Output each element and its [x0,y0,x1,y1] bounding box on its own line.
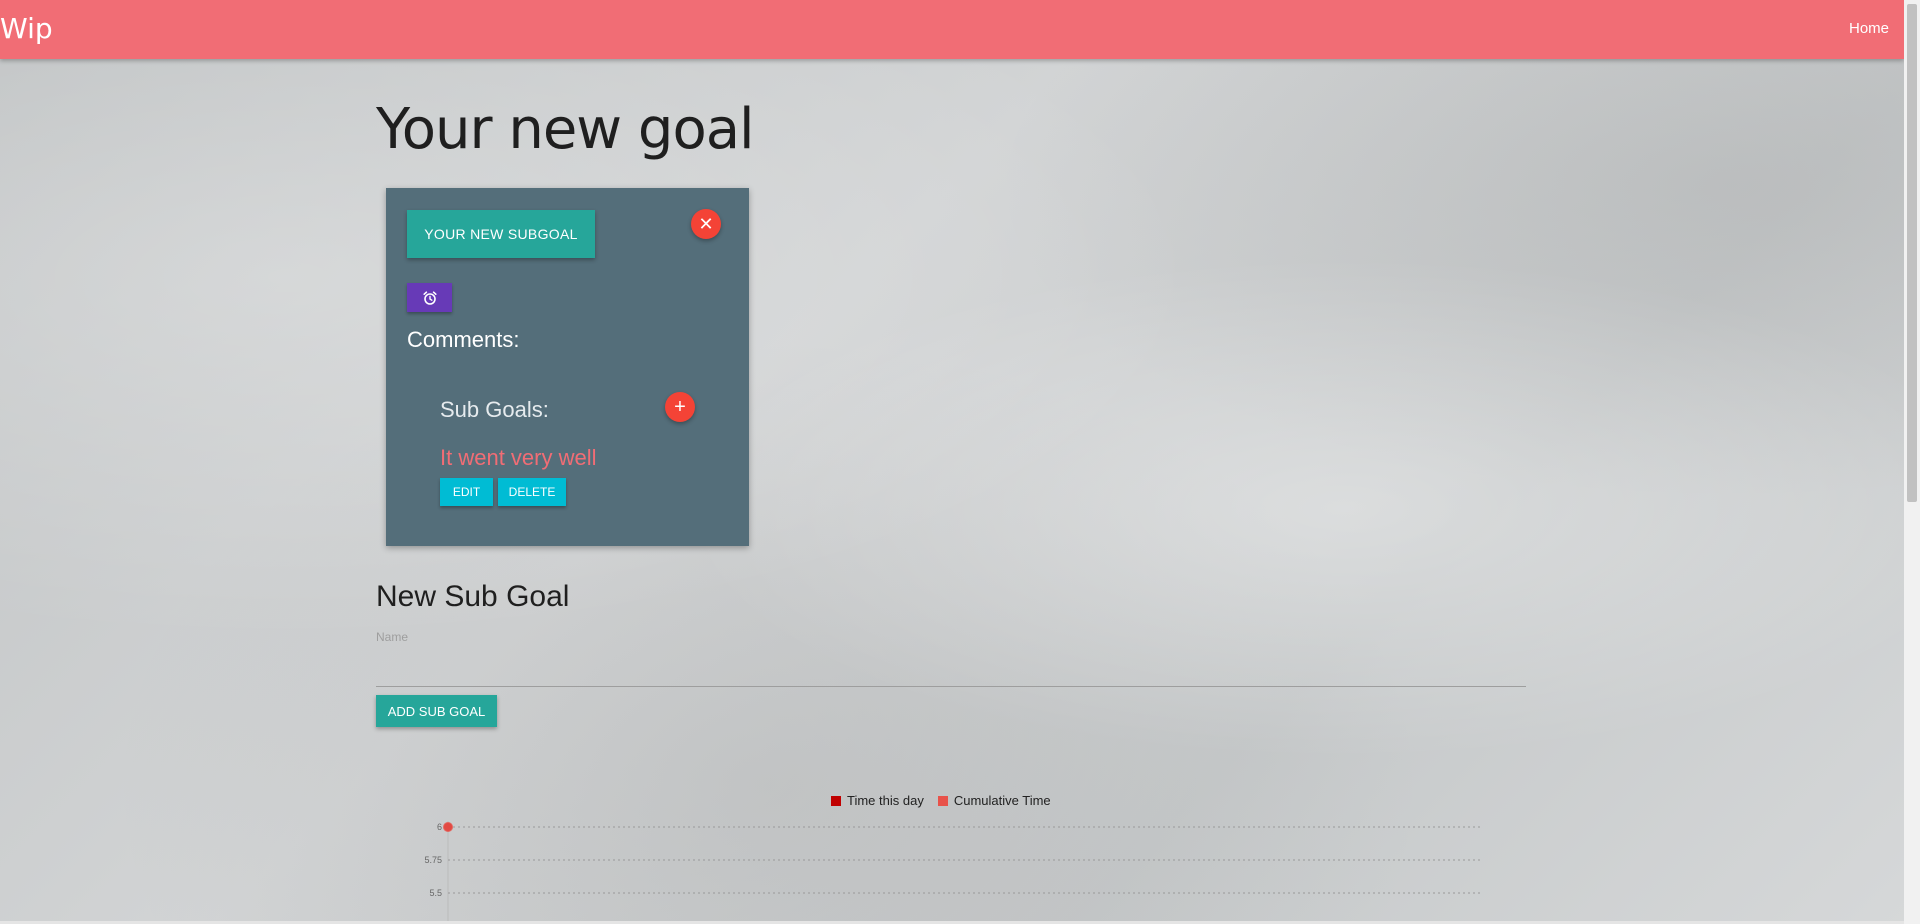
y-tick-label: 5.75 [424,855,442,865]
nav-link-home[interactable]: Home [1849,20,1889,37]
page-title: Your new goal [376,97,755,162]
scrollbar-thumb[interactable] [1907,4,1917,502]
y-tick-label: 5.5 [429,888,442,898]
navbar: Wip Home [0,0,1904,59]
comments-label: Comments: [407,327,520,352]
close-button[interactable]: ✕ [691,209,721,239]
goal-card: YOUR NEW SUBGOAL ✕ Comments: Sub Goals: … [386,188,749,546]
alarm-button[interactable] [407,283,452,312]
comment-text: It went very well [440,445,597,470]
add-subgoal-fab[interactable]: + [665,392,695,422]
new-sub-goal-heading: New Sub Goal [376,580,570,613]
name-field[interactable] [376,644,1526,687]
name-field-label: Name [376,630,409,644]
close-icon: ✕ [698,214,714,234]
time-chart: 6 5.75 5.5 [424,821,1480,924]
brand-logo[interactable]: Wip [0,12,53,46]
data-point-cumulative-time[interactable] [443,822,453,832]
sub-goals-label: Sub Goals: [440,397,549,422]
alarm-clock-icon [422,290,437,305]
delete-button[interactable]: DELETE [498,478,566,506]
y-tick-label: 6 [437,822,442,832]
subgoal-button[interactable]: YOUR NEW SUBGOAL [407,210,595,258]
add-sub-goal-button[interactable]: ADD SUB GOAL [376,695,497,727]
plus-icon: + [674,396,686,418]
edit-button[interactable]: EDIT [440,478,493,506]
vertical-scrollbar[interactable] [1904,0,1920,924]
